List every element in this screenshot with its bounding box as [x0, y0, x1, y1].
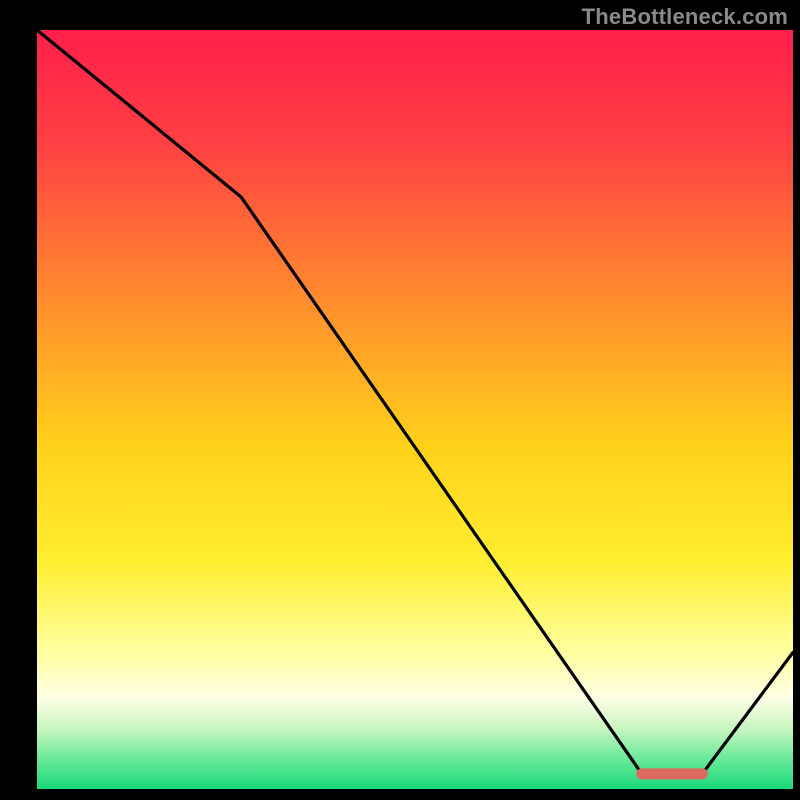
gradient-background — [37, 30, 793, 789]
bottleneck-chart — [0, 0, 800, 800]
chart-container: TheBottleneck.com — [0, 0, 800, 800]
watermark-text: TheBottleneck.com — [582, 4, 788, 30]
